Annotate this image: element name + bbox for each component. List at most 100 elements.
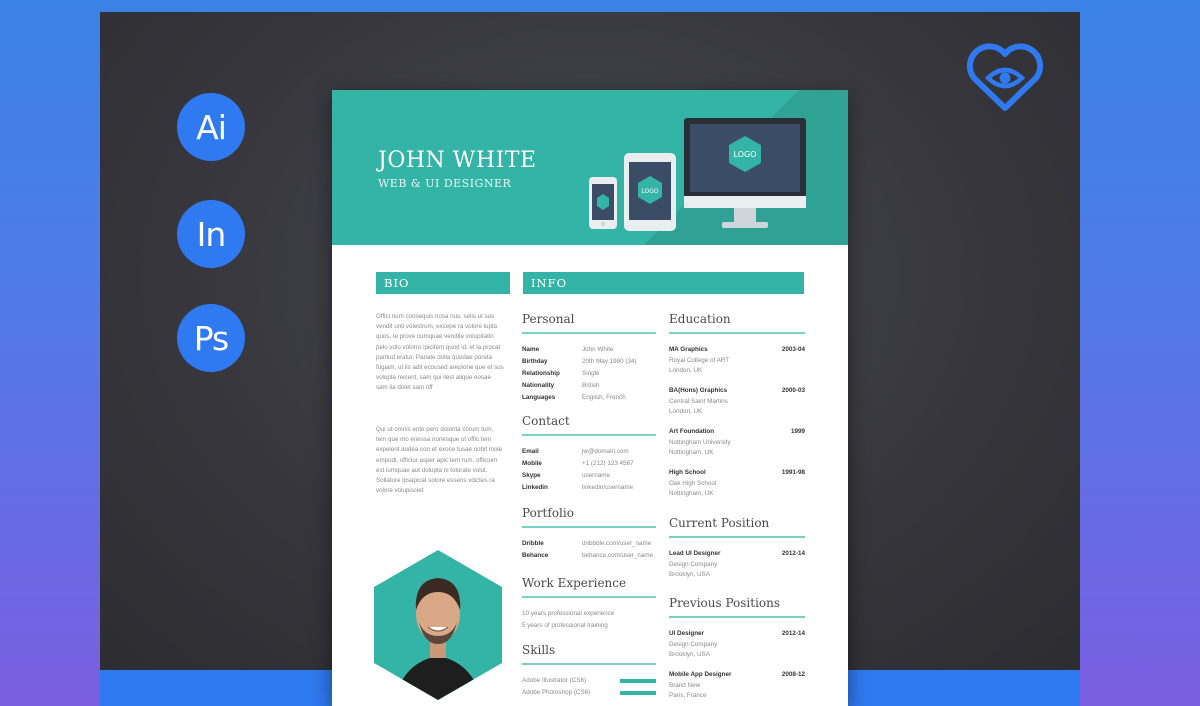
entry-line: London, UK bbox=[669, 367, 703, 374]
education-entry: Art Foundation 1999 Nottingham Universit… bbox=[669, 427, 805, 459]
contact-row: Skype username bbox=[522, 470, 634, 482]
contact-title: Contact bbox=[522, 414, 570, 428]
entry-line: Nottingham, UK bbox=[669, 490, 714, 497]
education-entry: BA(Hons) Graphics 2000-03 Central Saint … bbox=[669, 386, 805, 418]
work-line: 5 years of professional training bbox=[522, 621, 608, 629]
row-value: Single bbox=[582, 370, 600, 377]
work-title: Work Experience bbox=[522, 576, 627, 590]
photoshop-label: Ps bbox=[193, 318, 230, 358]
row-key: Birthday bbox=[522, 358, 548, 365]
row-value: jw@domain.com bbox=[582, 448, 629, 455]
row-value: John White bbox=[582, 346, 614, 353]
previous-position-entry: Mobile App Designer 2008-12 Brand New Pa… bbox=[669, 670, 805, 702]
personal-row: Nationality British bbox=[522, 380, 637, 392]
entry-line: Royal College of ART bbox=[669, 356, 730, 364]
candidate-role: WEB & UI DESIGNER bbox=[378, 177, 512, 190]
row-value: username bbox=[582, 472, 611, 479]
portfolio-list: Dribble dribbble.com/user_name Behance beh… bbox=[522, 538, 653, 562]
work-divider bbox=[522, 596, 656, 598]
skills-title: Skills bbox=[522, 643, 556, 657]
monitor-illustration: LOGO bbox=[684, 118, 806, 228]
row-key: Languages bbox=[522, 394, 556, 401]
phone-illustration bbox=[589, 177, 617, 229]
candidate-name: JOHN WHITE bbox=[378, 148, 537, 173]
contact-row: Linkedin linkedin/username bbox=[522, 482, 634, 494]
skill-bar bbox=[620, 691, 656, 695]
bio-paragraph-2: Qui ut omnis ente pero dolorita corum tu… bbox=[376, 426, 503, 495]
personal-title: Personal bbox=[522, 312, 575, 326]
personal-list: Name John White Birthday 20th May 1980 (34… bbox=[522, 344, 637, 404]
tablet-logo-text: LOGO bbox=[641, 188, 659, 195]
row-key: Relationship bbox=[522, 370, 560, 377]
personal-row: Name John White bbox=[522, 344, 637, 356]
personal-row: Relationship Single bbox=[522, 368, 637, 380]
previous-positions-title: Previous Positions bbox=[669, 596, 781, 610]
education-title: Education bbox=[669, 312, 731, 326]
portfolio-row: Dribble dribbble.com/user_name bbox=[522, 538, 653, 550]
current-position-title: Current Position bbox=[669, 516, 770, 530]
education-entry: High School 1991-98 Oak High School Nott… bbox=[669, 468, 805, 500]
entry-line: Oak High School bbox=[669, 479, 717, 487]
skill-label: Adobe Illustrator (CS6) bbox=[522, 677, 587, 684]
entry-date: 1991-98 bbox=[781, 469, 805, 476]
row-value: linkedin/username bbox=[582, 484, 634, 491]
entry-line: Paris, France bbox=[669, 692, 707, 699]
row-key: Nationality bbox=[522, 382, 555, 389]
portfolio-divider bbox=[522, 526, 656, 528]
indesign-label: In bbox=[196, 214, 227, 254]
entry-line: Brooklyn, USA bbox=[669, 571, 710, 578]
row-key: Skype bbox=[522, 472, 541, 479]
current-position-divider bbox=[669, 536, 805, 538]
bio-paragraph-1: Offici num consequis nosa nus, selis ut … bbox=[376, 313, 504, 392]
previous-position-entry: UI Designer 2012-14 Design Company Brook… bbox=[669, 629, 805, 661]
row-value: dribbble.com/user_name bbox=[582, 540, 652, 547]
skills-divider bbox=[522, 663, 656, 665]
entry-line: Design Company bbox=[669, 560, 718, 568]
row-key: Email bbox=[522, 448, 539, 455]
contact-row: Mobile +1 (212) 123 4567 bbox=[522, 458, 634, 470]
portfolio-row: Behance behance.com/user_name bbox=[522, 550, 653, 562]
entry-line: London, UK bbox=[669, 408, 703, 415]
personal-divider bbox=[522, 332, 656, 334]
illustrator-label: Ai bbox=[196, 107, 227, 147]
entry-date: 2012-14 bbox=[781, 550, 805, 557]
portfolio-title: Portfolio bbox=[522, 506, 574, 520]
previous-positions-divider bbox=[669, 616, 805, 618]
resume-sheet: JOHN WHITE WEB & UI DESIGNER LOGO LOGO B… bbox=[332, 90, 848, 706]
entry-title: Art Foundation bbox=[669, 428, 715, 435]
entry-line: Design Company bbox=[669, 640, 718, 648]
photoshop-icon: Ps bbox=[177, 304, 245, 372]
bio-header: BIO bbox=[376, 272, 510, 294]
entry-date: 2012-14 bbox=[781, 630, 805, 637]
personal-row: Birthday 20th May 1980 (34) bbox=[522, 356, 637, 368]
contact-divider bbox=[522, 434, 656, 436]
row-value: +1 (212) 123 4567 bbox=[582, 460, 634, 467]
work-list: 10 years professional experience 5 years… bbox=[522, 608, 614, 631]
personal-row: Languages English, French bbox=[522, 392, 637, 404]
entry-line: Nottingham, UK bbox=[669, 449, 714, 456]
row-value: behance.com/user_name bbox=[582, 552, 654, 559]
education-divider bbox=[669, 332, 805, 334]
education-entry: MA Graphics 2003-04 Royal College of ART… bbox=[669, 345, 805, 377]
row-key: Name bbox=[522, 346, 540, 353]
indesign-icon: In bbox=[177, 200, 245, 268]
row-value: English, French bbox=[582, 394, 626, 401]
row-key: Dribble bbox=[522, 540, 544, 547]
entry-date: 2008-12 bbox=[781, 671, 805, 678]
skill-label: Adobe Photoshop (CS6) bbox=[522, 689, 591, 696]
entry-line: Nottingham University bbox=[669, 438, 731, 446]
work-line: 10 years professional experience bbox=[522, 610, 615, 617]
current-position-entry: Lead UI Designer 2012-14 Design Company … bbox=[669, 549, 805, 581]
tablet-illustration: LOGO bbox=[624, 153, 676, 231]
row-value: British bbox=[582, 382, 600, 389]
profile-photo bbox=[374, 550, 502, 700]
entry-date: 2003-04 bbox=[781, 346, 805, 353]
row-key: Linkedin bbox=[522, 484, 548, 491]
row-value: 20th May 1980 (34) bbox=[582, 358, 637, 365]
info-header: INFO bbox=[523, 272, 804, 294]
heart-eye-logo-icon bbox=[966, 43, 1044, 111]
row-key: Behance bbox=[522, 552, 549, 559]
resume-header: JOHN WHITE WEB & UI DESIGNER LOGO LOGO bbox=[332, 90, 848, 245]
entry-date: 1999 bbox=[790, 428, 805, 435]
row-key: Mobile bbox=[522, 460, 542, 467]
